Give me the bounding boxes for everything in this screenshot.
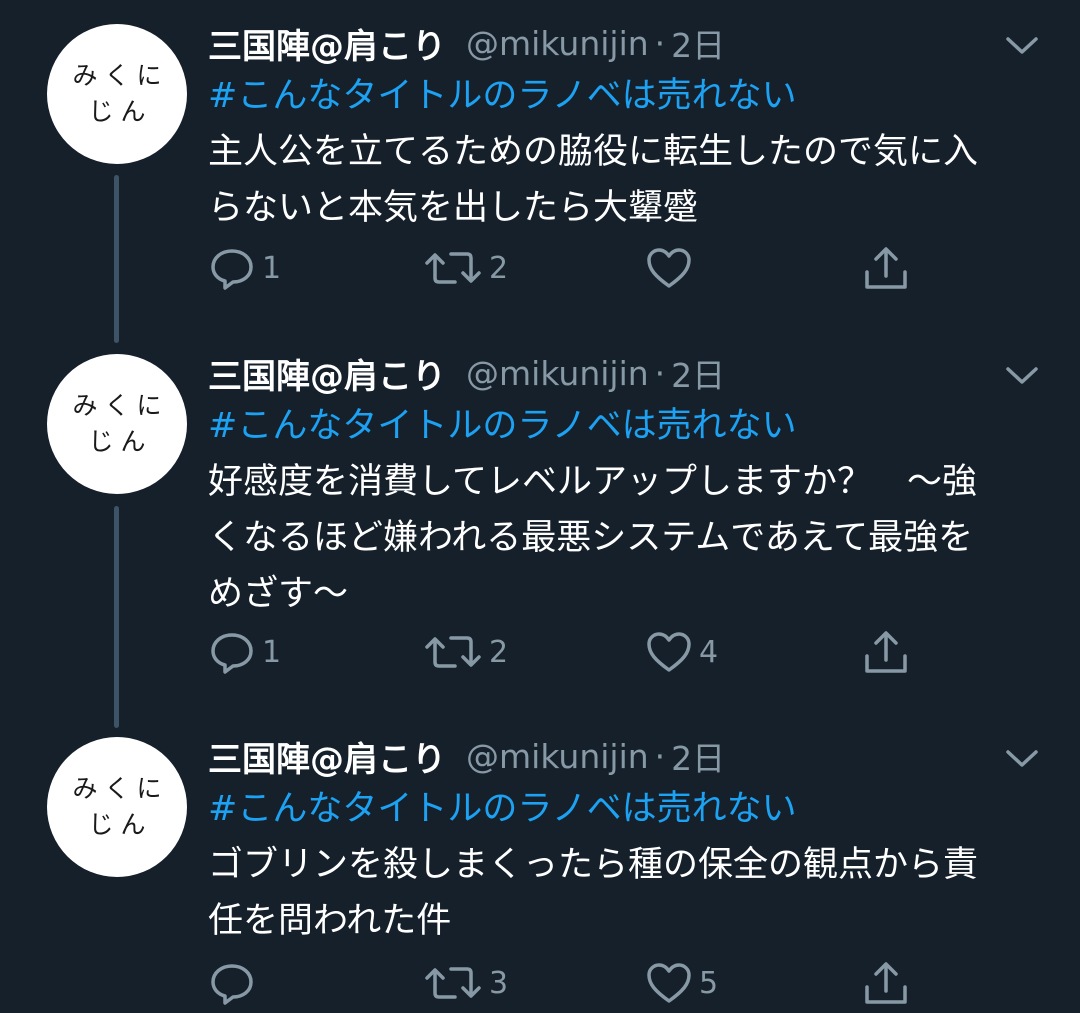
separator-dot: · <box>654 736 666 776</box>
tweet-text: ゴブリンを殺しまくったら種の保全の観点から責任を問われた件 <box>208 845 979 941</box>
tweet-header: 三国陣@肩こり @mikunijin · 2日 <box>208 18 725 68</box>
reply-button[interactable] <box>208 953 262 1013</box>
avatar-text: みくに <box>72 774 169 803</box>
avatar-text: みくに <box>72 61 169 90</box>
author-name[interactable]: 三国陣@肩こり <box>208 19 446 68</box>
retweet-button[interactable]: 2 <box>423 238 508 298</box>
share-button[interactable] <box>862 622 910 682</box>
author-name[interactable]: 三国陣@肩こり <box>208 349 446 398</box>
tweet-thread: みくに じん 三国陣@肩こり @mikunijin · 2日 #こんなタイトルの… <box>0 0 1080 1005</box>
like-button[interactable]: 4 <box>645 622 718 682</box>
avatar[interactable]: みくに じん <box>47 737 187 877</box>
reply-icon <box>211 964 253 1005</box>
author-handle[interactable]: @mikunijin <box>466 354 649 393</box>
hashtag-link[interactable]: #こんなタイトルのラノベは売れない <box>208 398 797 454</box>
retweet-count: 2 <box>489 634 509 670</box>
reply-button[interactable]: 1 <box>208 622 281 682</box>
retweet-icon <box>425 252 481 284</box>
avatar-text: みくに <box>72 391 169 420</box>
tweet-header: 三国陣@肩こり @mikunijin · 2日 <box>208 348 725 398</box>
avatar[interactable]: みくに じん <box>47 24 187 164</box>
author-handle[interactable]: @mikunijin <box>466 737 649 776</box>
tweet-text: 主人公を立てるための脇役に転生したので気に入らないと本気を出したら大顰蹙 <box>208 132 979 228</box>
tweet[interactable]: みくに じん 三国陣@肩こり @mikunijin · 2日 #こんなタイトルの… <box>0 18 1080 318</box>
like-count: 5 <box>699 965 719 1001</box>
tweet-text: 好感度を消費してレベルアップしますか？ ～強くなるほど嫌われる最悪システムであえ… <box>208 462 977 614</box>
retweet-icon <box>425 636 481 668</box>
retweet-count: 2 <box>489 250 509 286</box>
chevron-down-icon[interactable] <box>1000 30 1044 60</box>
share-icon <box>865 962 907 1004</box>
reply-icon <box>211 633 253 674</box>
hashtag-link[interactable]: #こんなタイトルのラノベは売れない <box>208 781 797 837</box>
heart-icon <box>647 248 691 288</box>
retweet-count: 3 <box>489 965 509 1001</box>
avatar-text: じん <box>88 97 153 126</box>
retweet-button[interactable]: 3 <box>423 953 508 1013</box>
share-icon <box>865 631 907 673</box>
tweet-timestamp[interactable]: 2日 <box>671 349 725 397</box>
like-button[interactable] <box>645 238 699 298</box>
avatar-text: じん <box>88 427 153 456</box>
share-button[interactable] <box>862 953 910 1013</box>
share-icon <box>865 247 907 289</box>
avatar-text: じん <box>88 810 153 839</box>
separator-dot: · <box>654 23 666 63</box>
share-button[interactable] <box>862 238 910 298</box>
like-count: 4 <box>699 634 719 670</box>
reply-icon <box>211 249 253 290</box>
like-button[interactable]: 5 <box>645 953 718 1013</box>
tweet-actions: 1 2 <box>208 238 928 298</box>
tweet-actions: 1 2 4 <box>208 622 928 682</box>
tweet-timestamp[interactable]: 2日 <box>671 732 725 780</box>
tweet-timestamp[interactable]: 2日 <box>671 19 725 67</box>
tweet[interactable]: みくに じん 三国陣@肩こり @mikunijin · 2日 #こんなタイトルの… <box>0 348 1080 698</box>
tweet[interactable]: みくに じん 三国陣@肩こり @mikunijin · 2日 #こんなタイトルの… <box>0 731 1080 1005</box>
retweet-icon <box>425 967 481 999</box>
tweet-actions: 3 5 <box>208 953 928 1013</box>
heart-icon <box>647 632 691 672</box>
retweet-button[interactable]: 2 <box>423 622 508 682</box>
separator-dot: · <box>654 353 666 393</box>
author-handle[interactable]: @mikunijin <box>466 24 649 63</box>
author-name[interactable]: 三国陣@肩こり <box>208 732 446 781</box>
reply-button[interactable]: 1 <box>208 238 281 298</box>
heart-icon <box>647 963 691 1003</box>
hashtag-link[interactable]: #こんなタイトルのラノベは売れない <box>208 68 797 124</box>
chevron-down-icon[interactable] <box>1000 360 1044 390</box>
reply-count: 1 <box>262 634 282 670</box>
chevron-down-icon[interactable] <box>1000 743 1044 773</box>
tweet-header: 三国陣@肩こり @mikunijin · 2日 <box>208 731 725 781</box>
reply-count: 1 <box>262 250 282 286</box>
avatar[interactable]: みくに じん <box>47 354 187 494</box>
